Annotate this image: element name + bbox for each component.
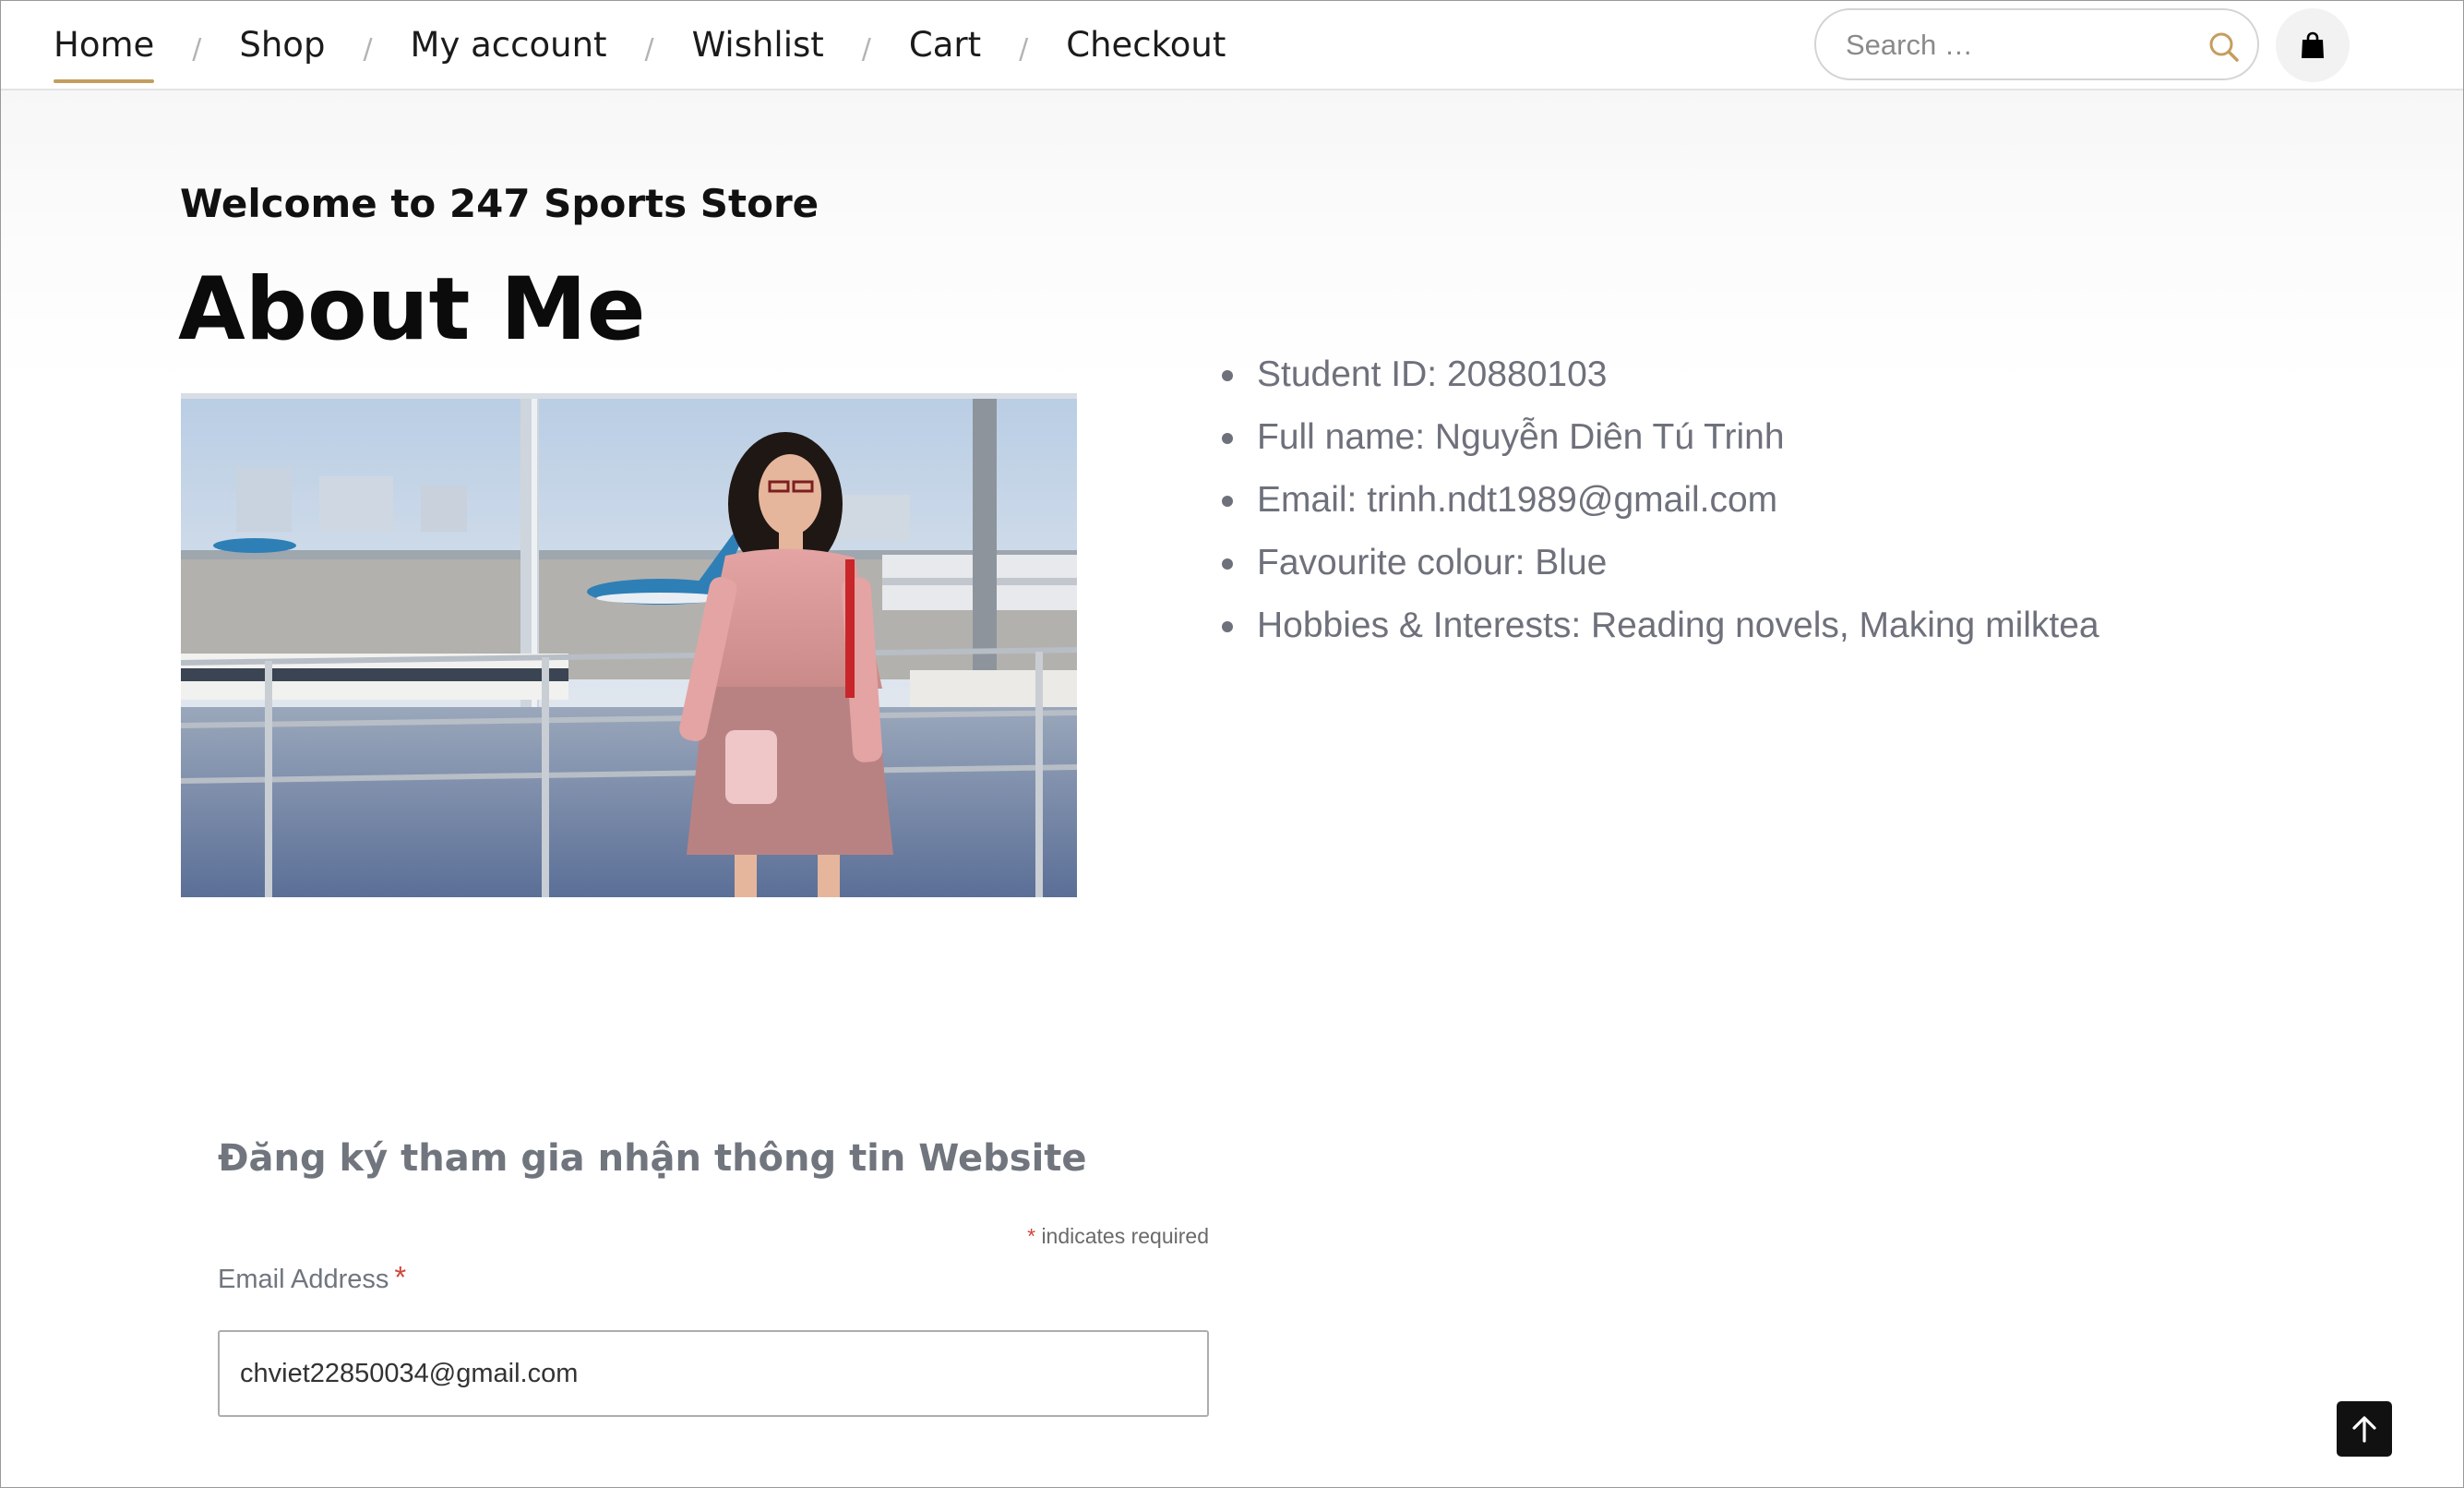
nav-separator: / <box>861 32 871 66</box>
nav-separator: / <box>363 32 373 66</box>
search-icon[interactable] <box>2206 29 2243 66</box>
newsletter-title: Đăng ký tham gia nhận thông tin Website <box>218 1137 1087 1180</box>
nav-home[interactable]: Home <box>54 0 155 90</box>
nav-separator: / <box>644 32 654 66</box>
nav-my-account[interactable]: My account <box>411 0 607 90</box>
site-welcome: Welcome to 247 Sports Store <box>180 181 819 226</box>
page-title: About Me <box>178 259 646 360</box>
back-to-top-button[interactable] <box>2337 1401 2392 1457</box>
profile-info-list: Student ID: 20880103 Full name: Nguyễn D… <box>1209 343 2099 657</box>
site-header: Home / Shop / My account / Wishlist / Ca… <box>0 0 2464 90</box>
shopping-bag-icon <box>2302 31 2324 58</box>
nav-separator: / <box>192 32 202 66</box>
profile-hobbies: Hobbies & Interests: Reading novels, Mak… <box>1209 594 2099 657</box>
profile-favourite-colour: Favourite colour: Blue <box>1209 532 2099 594</box>
required-note-text: indicates required <box>1041 1224 1209 1248</box>
required-note: * indicates required <box>831 1224 1209 1249</box>
required-asterisk: * <box>1027 1224 1036 1248</box>
email-label-text: Email Address <box>218 1265 389 1294</box>
main-nav: Home / Shop / My account / Wishlist / Ca… <box>54 0 1226 90</box>
search-box <box>1814 8 2259 80</box>
nav-separator: / <box>1019 32 1029 66</box>
email-field[interactable] <box>218 1330 1209 1417</box>
profile-photo <box>181 393 1077 897</box>
nav-shop[interactable]: Shop <box>239 0 325 90</box>
email-required-asterisk: * <box>394 1260 407 1294</box>
email-label: Email Address * <box>218 1260 406 1295</box>
arrow-up-icon <box>2352 1416 2376 1443</box>
nav-wishlist[interactable]: Wishlist <box>692 0 824 90</box>
nav-cart[interactable]: Cart <box>909 0 981 90</box>
search-input[interactable] <box>1844 10 2180 80</box>
profile-full-name: Full name: Nguyễn Diên Tú Trinh <box>1209 406 2099 469</box>
profile-student-id: Student ID: 20880103 <box>1209 343 2099 406</box>
nav-checkout[interactable]: Checkout <box>1066 0 1226 90</box>
cart-button[interactable] <box>2276 8 2350 82</box>
profile-email: Email: trinh.ndt1989@gmail.com <box>1209 469 2099 532</box>
